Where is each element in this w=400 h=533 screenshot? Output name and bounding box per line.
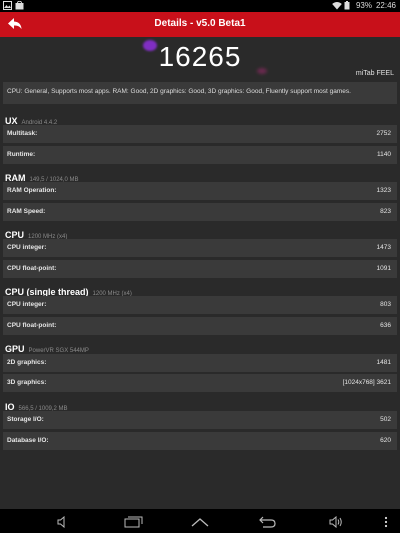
volume-up-icon[interactable] — [329, 515, 345, 529]
row-value: 1323 — [376, 187, 391, 194]
section-title: GPU — [5, 344, 25, 354]
row-label: RAM Speed: — [7, 208, 46, 215]
row-value: 620 — [380, 437, 391, 444]
row-label: CPU float-point: — [7, 322, 57, 329]
row-label: Storage I/O: — [7, 416, 44, 423]
store-icon — [15, 0, 24, 10]
row-label: CPU integer: — [7, 301, 47, 308]
clock: 22:46 — [375, 1, 396, 10]
row-value: 636 — [380, 322, 391, 329]
row-value: [1024x768] 3621 — [342, 379, 391, 386]
table-row: CPU float-point: 636 — [3, 317, 397, 335]
row-label: CPU float-point: — [7, 265, 57, 272]
table-row: 3D graphics: [1024x768] 3621 — [3, 374, 397, 392]
table-row: 2D graphics: 1481 — [3, 354, 397, 372]
volume-down-icon[interactable] — [56, 515, 72, 529]
row-value: 823 — [380, 208, 391, 215]
row-label: RAM Operation: — [7, 187, 57, 194]
wifi-icon — [332, 1, 342, 10]
image-icon — [3, 1, 12, 10]
row-label: Database I/O: — [7, 437, 49, 444]
table-row: Runtime: 1140 — [3, 146, 397, 164]
battery-percent: 93% — [355, 1, 372, 10]
section-cpu: CPU 1200 MHz (x4) — [5, 225, 67, 240]
page-title: Details - v5.0 Beta1 — [154, 18, 246, 29]
recent-apps-icon[interactable] — [124, 515, 144, 528]
section-ram: RAM 149,5 / 1024,0 MB — [5, 168, 79, 183]
back-icon[interactable] — [257, 515, 277, 528]
section-io: IO 566,5 / 1009,2 MB — [5, 397, 68, 412]
table-row: CPU integer: 1473 — [3, 239, 397, 257]
section-cpu-single: CPU (single thread) 1200 MHz (x4) — [5, 282, 132, 297]
row-value: 803 — [380, 301, 391, 308]
menu-icon[interactable] — [383, 515, 389, 528]
table-row: CPU integer: 803 — [3, 296, 397, 314]
total-score: 16265 — [158, 41, 242, 72]
battery-icon — [344, 1, 352, 10]
table-row: Database I/O: 620 — [3, 432, 397, 450]
row-label: Runtime: — [7, 151, 36, 158]
table-row: CPU float-point: 1091 — [3, 260, 397, 278]
section-gpu: GPU PowerVR SGX 544MP — [5, 339, 89, 354]
table-row: RAM Speed: 823 — [3, 203, 397, 221]
row-value: 1473 — [376, 244, 391, 251]
row-label: 3D graphics: — [7, 379, 47, 386]
navigation-bar — [0, 509, 400, 533]
home-icon[interactable] — [190, 515, 210, 527]
section-ux: UX Android 4.4.2 — [5, 111, 57, 126]
table-row: Multitask: 2752 — [3, 125, 397, 143]
row-label: CPU integer: — [7, 244, 47, 251]
score-panel: 16265 miTab FEEL — [0, 37, 400, 81]
status-bar: 93% 22:46 — [0, 0, 400, 12]
row-value: 1091 — [376, 265, 391, 272]
table-row: Storage I/O: 502 — [3, 411, 397, 429]
row-value: 502 — [380, 416, 391, 423]
device-name: miTab FEEL — [355, 70, 394, 77]
row-value: 1140 — [377, 151, 391, 158]
row-value: 1481 — [376, 359, 391, 366]
row-label: Multitask: — [7, 130, 38, 137]
row-label: 2D graphics: — [7, 359, 47, 366]
action-bar: Details - v5.0 Beta1 — [0, 12, 400, 37]
row-value: 2752 — [376, 130, 391, 137]
table-row: RAM Operation: 1323 — [3, 182, 397, 200]
summary-text: CPU: General, Supports most apps. RAM: G… — [3, 82, 397, 104]
